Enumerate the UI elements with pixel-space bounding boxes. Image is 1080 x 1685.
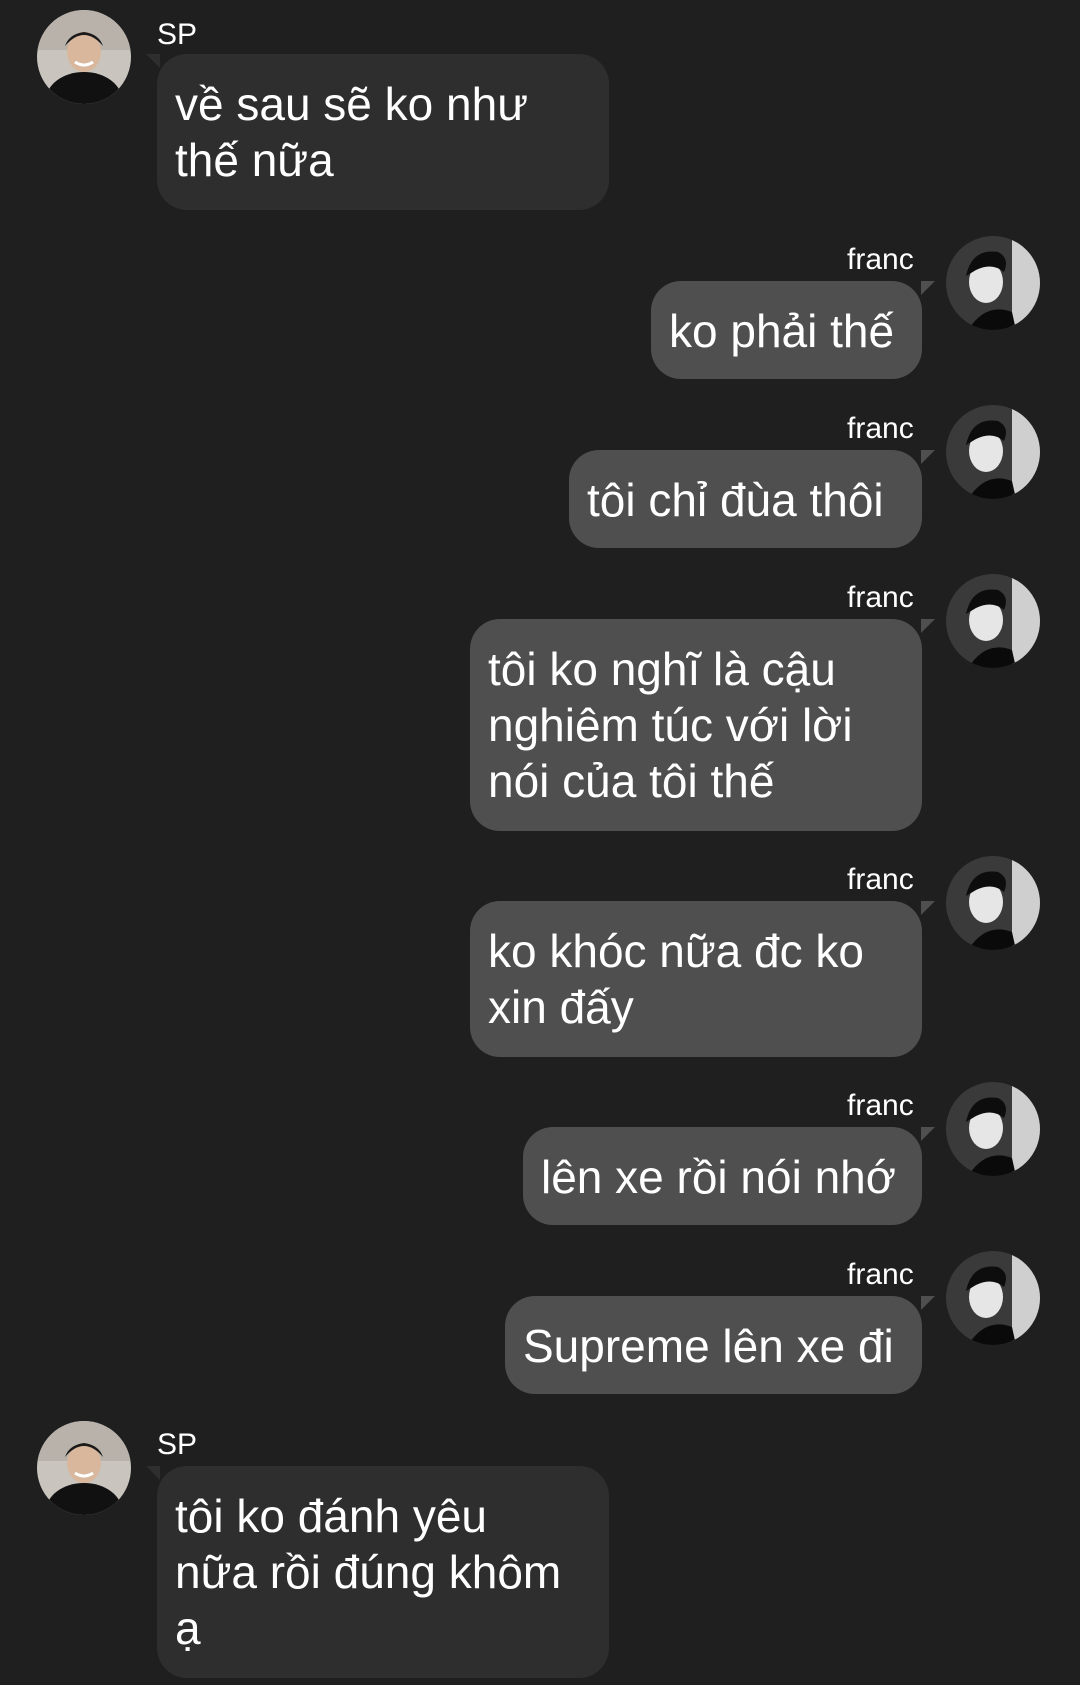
- franc-avatar[interactable]: [946, 574, 1040, 668]
- message-bubble[interactable]: tôi ko nghĩ là cậu nghiêm túc với lời nó…: [470, 619, 922, 831]
- message-bubble[interactable]: về sau sẽ ko như thế nữa: [157, 54, 609, 210]
- message-bubble[interactable]: lên xe rồi nói nhớ: [523, 1127, 922, 1225]
- sp-avatar[interactable]: [37, 10, 131, 104]
- franc-avatar[interactable]: [946, 405, 1040, 499]
- sender-name: franc: [847, 1089, 914, 1122]
- message-bubble[interactable]: ko khóc nữa đc ko xin đấy: [470, 901, 922, 1057]
- franc-avatar[interactable]: [946, 1082, 1040, 1176]
- sender-name: franc: [847, 412, 914, 445]
- sender-name: franc: [847, 1258, 914, 1291]
- franc-avatar[interactable]: [946, 1251, 1040, 1345]
- sender-name: franc: [847, 863, 914, 896]
- sender-name: SP: [157, 1428, 198, 1461]
- sp-avatar[interactable]: [37, 1421, 131, 1515]
- sender-name: franc: [847, 243, 914, 276]
- message-bubble[interactable]: tôi chỉ đùa thôi: [569, 450, 922, 548]
- message-bubble[interactable]: Supreme lên xe đi: [505, 1296, 922, 1394]
- sender-name: SP: [157, 18, 198, 51]
- franc-avatar[interactable]: [946, 236, 1040, 330]
- franc-avatar[interactable]: [946, 856, 1040, 950]
- sender-name: franc: [847, 581, 914, 614]
- message-bubble[interactable]: ko phải thế: [651, 281, 922, 379]
- message-bubble[interactable]: tôi ko đánh yêu nữa rồi đúng khôm ạ: [157, 1466, 609, 1678]
